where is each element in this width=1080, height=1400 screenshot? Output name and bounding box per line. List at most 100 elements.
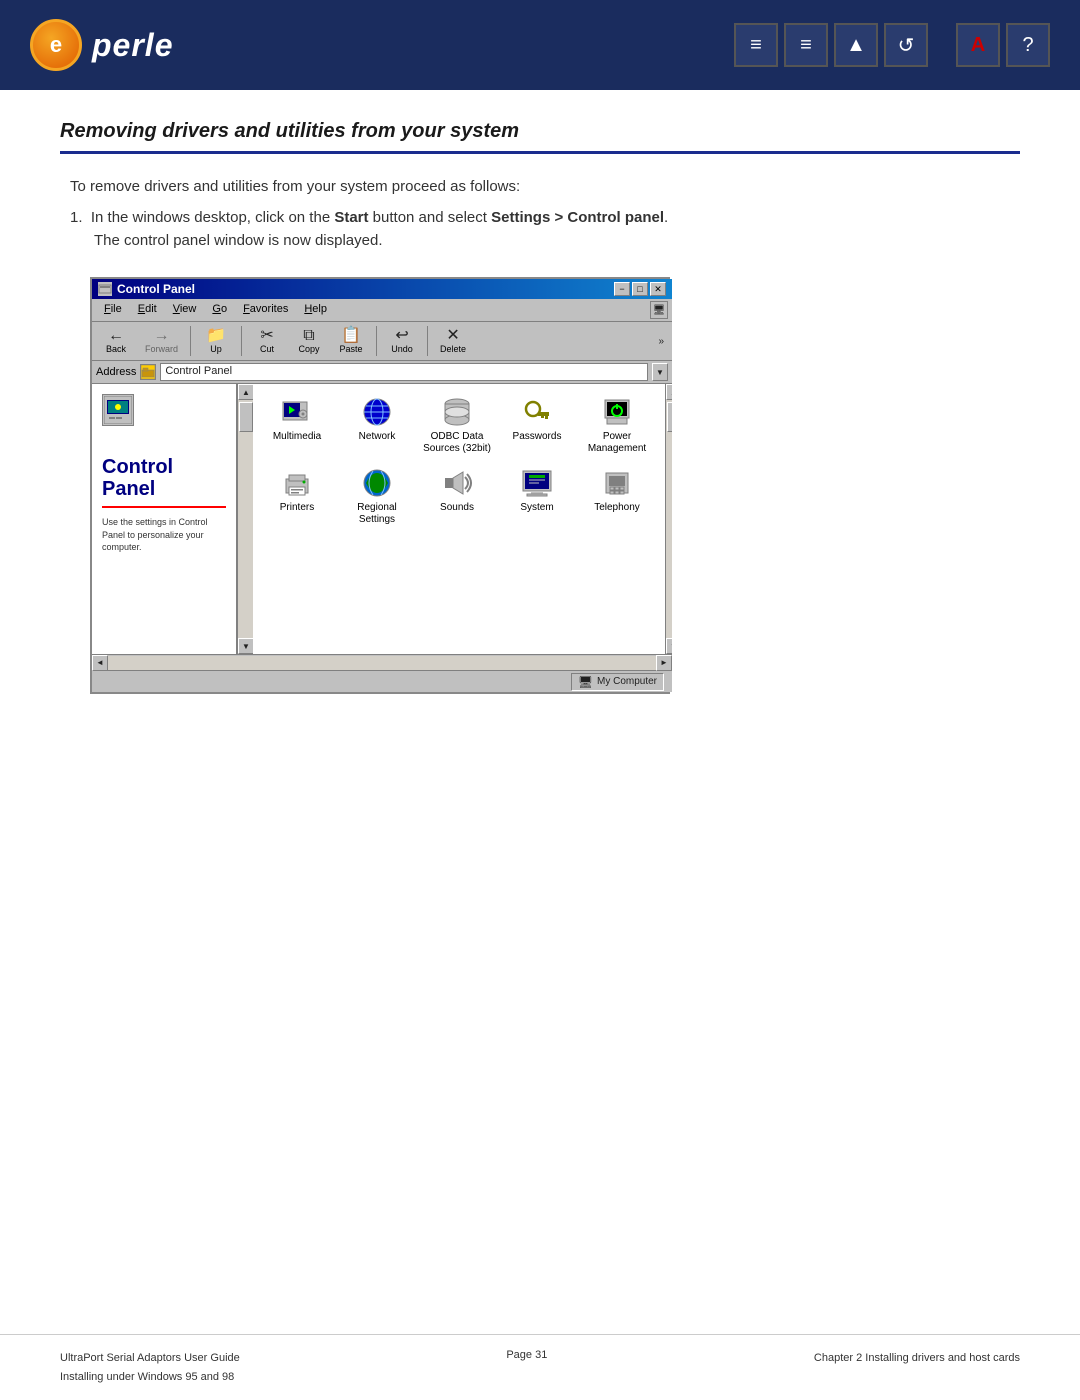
scroll-track-left [238,400,253,638]
icon-multimedia[interactable]: Multimedia [261,392,333,459]
tb-copy-label: Copy [299,344,320,354]
menu-go[interactable]: Go [204,301,235,319]
network-label: Network [359,431,396,443]
sidebar-underline [102,506,226,508]
tb-more[interactable]: » [654,334,668,349]
logo-icon: e [30,19,82,71]
footer-right-line1: Chapter 2 Installing drivers and host ca… [814,1349,1020,1368]
hscroll-right-btn[interactable]: ► [656,655,672,671]
icon-system[interactable]: System [501,463,573,530]
multimedia-label: Multimedia [273,431,321,443]
win95-titlebar-buttons: − □ ✕ [614,282,666,296]
page-footer: UltraPort Serial Adaptors User Guide Ins… [0,1334,1080,1400]
icon-telephony[interactable]: Telephony [581,463,653,530]
step-1-sub: The control panel window is now displaye… [94,232,1020,249]
header-icon-1[interactable]: ≡ [734,23,778,67]
win95-hscrollbar[interactable]: ◄ ► [92,654,672,670]
hscroll-left-btn[interactable]: ◄ [92,655,108,671]
win95-vscroll-right[interactable]: ▲ ▼ [665,384,672,654]
header-icon-3[interactable]: ▲ [834,23,878,67]
step-1-bold1: Start [334,209,368,226]
computer-icon: 🖥 [578,675,593,689]
win95-addressbar: Address Control Panel ▼ [92,361,672,384]
win95-close-btn[interactable]: ✕ [650,282,666,296]
tb-cut-btn[interactable]: ✂ Cut [247,325,287,357]
win95-vscroll-left[interactable]: ▲ ▼ [237,384,253,654]
win95-body: Control Panel Use the settings in Contro… [92,384,672,654]
win95-icons-area: Multimedia [253,384,665,654]
scroll-thumb-left[interactable] [239,402,253,432]
win95-maximize-btn[interactable]: □ [632,282,648,296]
tb-up-btn[interactable]: 📁 Up [196,325,236,357]
footer-left: UltraPort Serial Adaptors User Guide Ins… [60,1349,240,1386]
menu-edit[interactable]: Edit [130,301,165,319]
scroll-up-right-btn[interactable]: ▲ [666,384,672,400]
tb-paste-label: Paste [340,344,363,354]
win95-minimize-btn[interactable]: − [614,282,630,296]
logo-area: e perle [30,19,173,71]
tb-sep-2 [241,326,242,356]
paste-icon: 📋 [341,328,361,344]
network-icon [361,396,393,428]
win95-menu-icon: 🖥 [650,301,668,319]
printers-label: Printers [280,502,314,514]
sidebar-title: Control Panel [102,456,226,500]
sidebar-desc: Use the settings in Control Panel to per… [102,516,226,554]
tb-undo-btn[interactable]: ↩ Undo [382,325,422,357]
header-icon-6[interactable]: ? [1006,23,1050,67]
menu-view[interactable]: View [165,301,205,319]
menu-file[interactable]: File [96,301,130,319]
icon-power[interactable]: Power Management [581,392,653,459]
footer-right: Chapter 2 Installing drivers and host ca… [814,1349,1020,1368]
statusbar-item: 🖥 My Computer [571,673,664,691]
sounds-label: Sounds [440,502,474,514]
step-1-prefix: In the windows desktop, click on the [91,209,334,226]
system-icon [521,467,553,499]
regional-icon [361,467,393,499]
icon-printers[interactable]: Printers [261,463,333,530]
step-1-end: . [664,209,668,226]
menu-favorites[interactable]: Favorites [235,301,296,319]
cut-icon: ✂ [260,328,273,344]
scroll-track-right [666,400,672,638]
tb-back-btn[interactable]: ← Back [96,325,136,357]
step-1: 1. In the windows desktop, click on the … [70,209,1020,226]
icon-odbc[interactable]: ODBC Data Sources (32bit) [421,392,493,459]
icon-network[interactable]: Network [341,392,413,459]
scroll-down-right-btn[interactable]: ▼ [666,638,672,654]
system-label: System [520,502,553,514]
icon-regional[interactable]: Regional Settings [341,463,413,530]
tb-forward-label: Forward [145,344,178,354]
tb-sep-1 [190,326,191,356]
tb-undo-label: Undo [391,344,413,354]
screenshot-wrapper: Control Panel − □ ✕ File Edit View Go Fa… [90,277,670,694]
icon-sounds[interactable]: Sounds [421,463,493,530]
multimedia-icon [281,396,313,428]
page-header: e perle ≡ ≡ ▲ ↺ A ? [0,0,1080,90]
odbc-label: ODBC Data Sources (32bit) [423,431,491,455]
tb-copy-btn[interactable]: ⧉ Copy [289,325,329,357]
sidebar-cp-icon [102,394,134,426]
scroll-thumb-right[interactable] [667,402,673,432]
icon-passwords[interactable]: Passwords [501,392,573,459]
footer-content: UltraPort Serial Adaptors User Guide Ins… [60,1349,1020,1386]
tb-paste-btn[interactable]: 📋 Paste [331,325,371,357]
undo-icon: ↩ [395,328,408,344]
odbc-icon [441,396,473,428]
tb-forward-btn[interactable]: → Forward [138,325,185,357]
power-icon [601,396,633,428]
scroll-down-left-btn[interactable]: ▼ [238,638,254,654]
address-field[interactable]: Control Panel [160,363,648,381]
delete-icon: ✕ [446,328,459,344]
header-icon-5[interactable]: A [956,23,1000,67]
header-icon-2[interactable]: ≡ [784,23,828,67]
tb-delete-btn[interactable]: ✕ Delete [433,325,473,357]
footer-left-line1: UltraPort Serial Adaptors User Guide [60,1349,240,1368]
scroll-up-left-btn[interactable]: ▲ [238,384,254,400]
address-dropdown[interactable]: ▼ [652,363,668,381]
header-icons: ≡ ≡ ▲ ↺ A ? [734,23,1050,67]
menu-help[interactable]: Help [296,301,335,319]
tb-back-label: Back [106,344,126,354]
header-icon-4[interactable]: ↺ [884,23,928,67]
win95-main: Multimedia [253,384,672,654]
